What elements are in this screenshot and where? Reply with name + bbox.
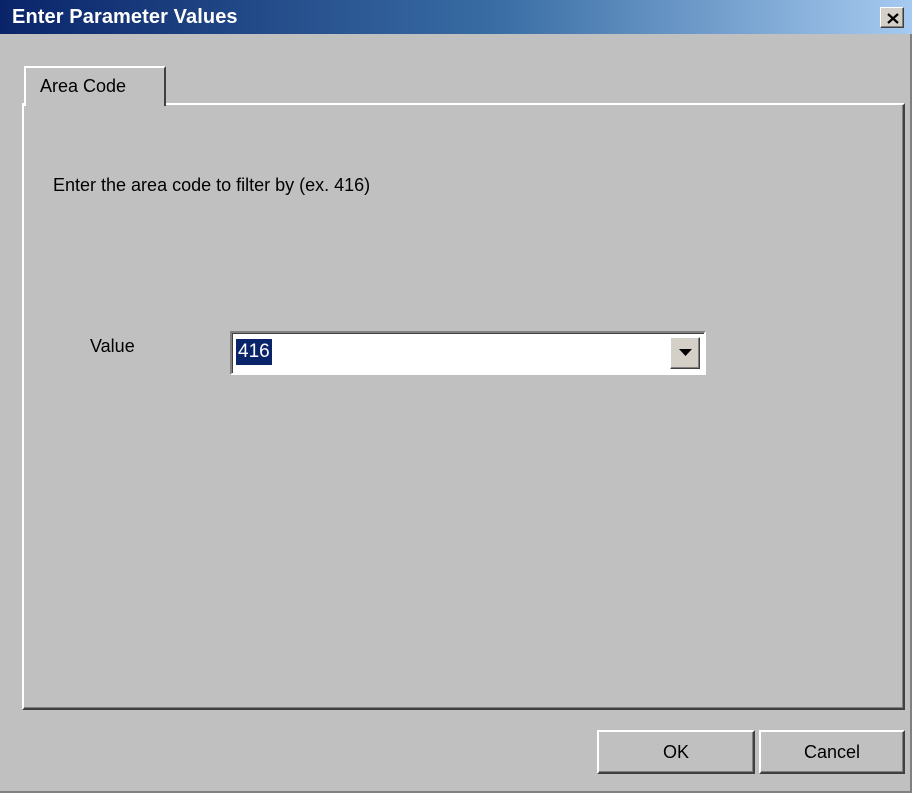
tab-area-code-label: Area Code [40,76,127,96]
close-icon [887,13,899,24]
window-title: Enter Parameter Values [12,6,238,28]
value-label: Value [90,336,135,356]
cancel-button[interactable]: Cancel [759,730,905,774]
tab-join [26,102,163,106]
parameter-prompt: Enter the area code to filter by (ex. 41… [53,175,371,195]
ok-button[interactable]: OK [597,730,755,774]
title-bar[interactable]: Enter Parameter Values [0,0,912,34]
tab-area-code[interactable]: Area Code [24,66,166,106]
dropdown-button[interactable] [670,337,700,369]
parameter-dialog: Enter Parameter Values Area Code Enter t… [0,0,912,793]
close-button[interactable] [880,7,904,28]
value-input-text[interactable]: 416 [236,339,272,365]
value-combobox[interactable]: 416 [230,331,706,375]
chevron-down-icon [679,349,692,356]
